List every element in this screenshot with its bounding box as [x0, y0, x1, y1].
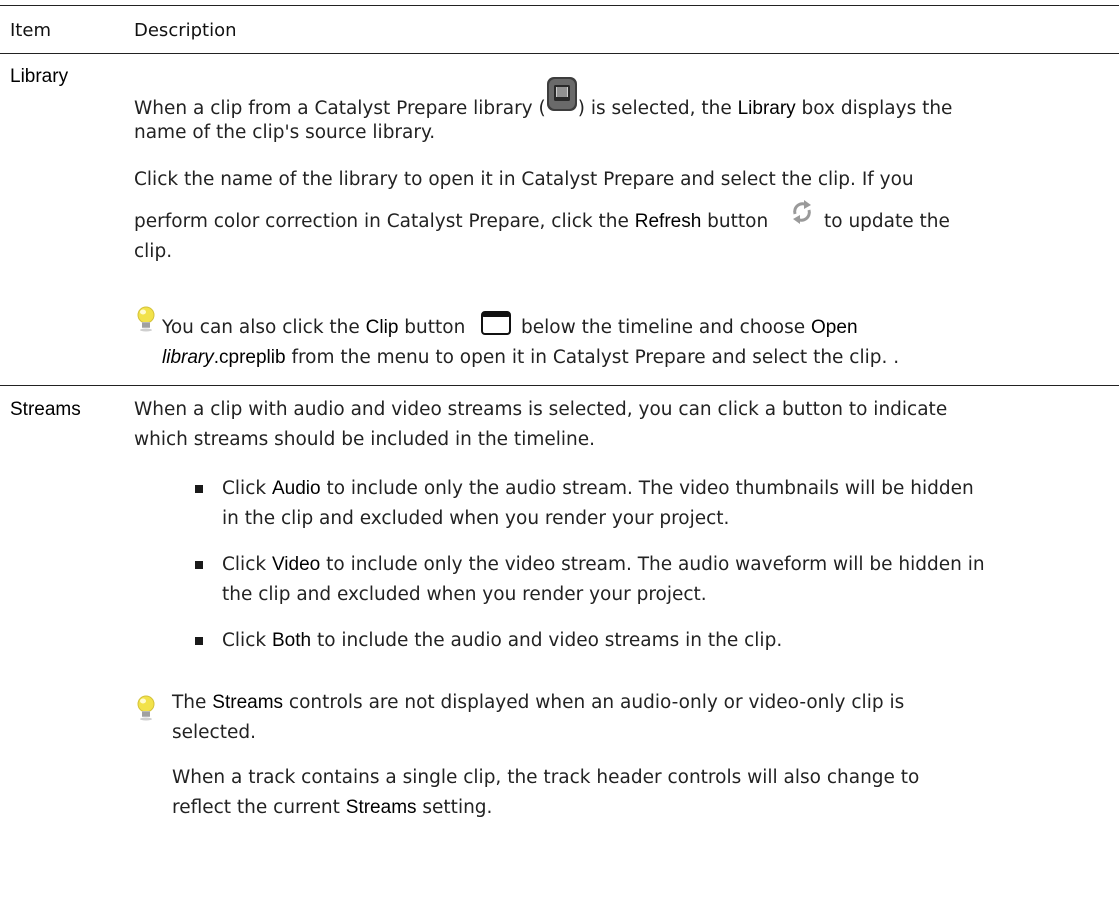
streams-paragraph2-line2: reflect the current Streams setting.	[172, 797, 493, 818]
row-label-library: Library	[10, 66, 69, 87]
bullet-marker	[195, 485, 203, 493]
streams-tip-line2: selected.	[172, 722, 256, 743]
table-top-rule	[0, 5, 1119, 6]
lightbulb-tip-icon	[134, 694, 158, 722]
streams-paragraph2-line1: When a track contains a single clip, the…	[172, 767, 920, 788]
library-paragraph2-line2: perform color correction in Catalyst Pre…	[134, 211, 769, 232]
streams-paragraph-line1: When a clip with audio and video streams…	[134, 399, 948, 420]
streams-tip-line1: The Streams controls are not displayed w…	[172, 692, 905, 713]
row-label-streams: Streams	[10, 399, 81, 420]
library-paragraph2-line1: Click the name of the library to open it…	[134, 169, 914, 190]
header-bottom-rule	[0, 53, 1119, 54]
header-description: Description	[134, 20, 237, 41]
row-divider	[0, 385, 1119, 386]
list-item-both: Click Both to include the audio and vide…	[222, 630, 783, 651]
refresh-icon	[789, 197, 815, 227]
list-item-video-line2: the clip and excluded when you render yo…	[222, 584, 707, 605]
clip-button-icon	[480, 310, 512, 336]
bullet-marker	[195, 637, 203, 645]
library-paragraph-line2: name of the clip's source library.	[134, 122, 436, 143]
header-item: Item	[10, 20, 51, 41]
library-tip-line1b: below the timeline and choose Open	[521, 317, 858, 338]
library-paragraph2-line2b: to update the	[824, 211, 950, 232]
bullet-marker	[195, 561, 203, 569]
library-icon	[546, 77, 578, 118]
library-paragraph2-line3: clip.	[134, 241, 173, 262]
list-item-audio-line2: in the clip and excluded when you render…	[222, 508, 730, 529]
library-tip-line2: library.cpreplib from the menu to open i…	[162, 347, 900, 368]
list-item-audio-line1: Click Audio to include only the audio st…	[222, 478, 974, 499]
library-tip-line1: You can also click the Clip button	[162, 317, 466, 338]
list-item-video-line1: Click Video to include only the video st…	[222, 554, 985, 575]
streams-paragraph-line2: which streams should be included in the …	[134, 429, 596, 450]
lightbulb-tip-icon	[134, 305, 158, 333]
